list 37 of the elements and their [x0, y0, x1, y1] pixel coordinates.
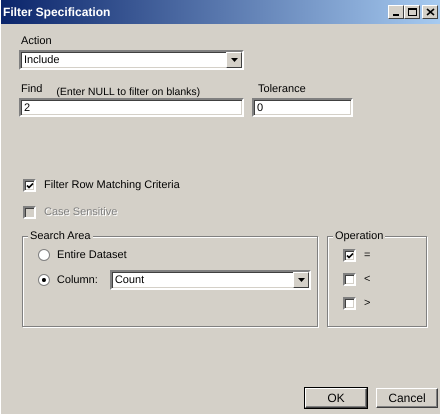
radio-button[interactable]: [38, 274, 50, 286]
checkmark-icon: [346, 252, 354, 258]
checkmark-icon: [26, 182, 34, 188]
hint-text: (Enter NULL to filter on blanks): [56, 85, 200, 99]
checkbox-label: Case Sensitive: [44, 205, 118, 219]
field-label: Find: [21, 82, 42, 96]
checkbox-label: =: [364, 248, 370, 262]
group-title: Operation: [335, 230, 384, 242]
checkbox[interactable]: [343, 296, 356, 310]
tolerance-field[interactable]: 0: [252, 98, 353, 117]
caret-icon: [230, 58, 238, 62]
group-title: Search Area: [30, 230, 91, 242]
checkbox[interactable]: [23, 178, 36, 192]
field-label: Action: [21, 34, 52, 48]
dropdown-button[interactable]: [293, 272, 309, 288]
caret-icon: [298, 278, 304, 282]
close-icon: [426, 8, 434, 16]
action-dropdown[interactable]: Include: [19, 50, 244, 70]
dropdown-button[interactable]: [226, 52, 242, 68]
find-field[interactable]: 2: [19, 98, 244, 117]
field-label: Tolerance: [258, 82, 306, 96]
radio-label: Column:: [56, 273, 98, 287]
dialog-button[interactable]: OK: [305, 388, 367, 408]
dialog-button[interactable]: Cancel: [376, 388, 438, 408]
checkbox-label: <: [364, 272, 370, 286]
column-dropdown[interactable]: Count: [110, 270, 311, 290]
checkbox-label: Filter Row Matching Criteria: [44, 178, 180, 192]
checkbox-label: >: [364, 296, 370, 310]
window-title: Filter Specification: [3, 5, 110, 19]
maximize-button[interactable]: [404, 5, 420, 19]
close-button[interactable]: [422, 5, 438, 19]
checkbox[interactable]: [343, 272, 356, 286]
maximize-icon: [408, 8, 416, 16]
checkbox[interactable]: [343, 248, 356, 262]
radio-label: Entire Dataset: [57, 248, 127, 262]
minimize-button[interactable]: [388, 5, 404, 19]
radio-button[interactable]: [38, 249, 50, 261]
